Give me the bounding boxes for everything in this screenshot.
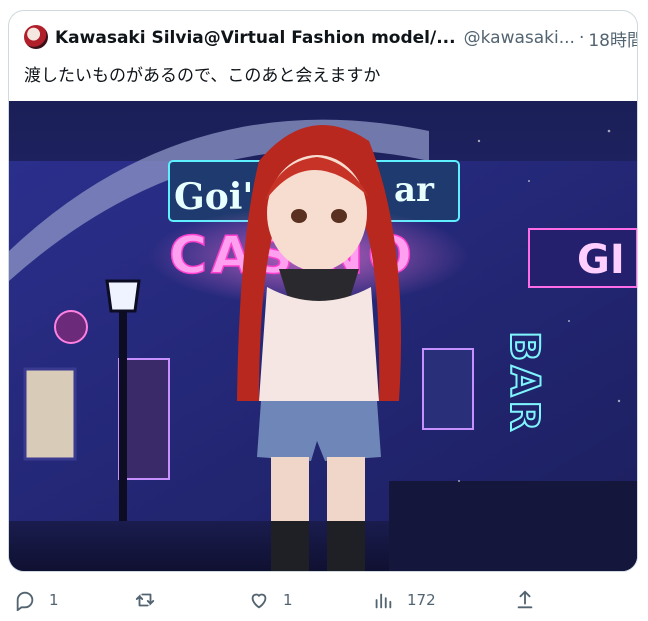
retweet-button[interactable] [134,582,156,618]
tweet-text: 渡したいものがあるので、このあと会えますか [24,66,381,86]
brick-wall [389,481,637,571]
tweet-header: Kawasaki Silvia@Virtual Fashion model/..… [9,11,637,103]
tweet-actions-bar: 1 1 172 [0,582,648,618]
like-count: 1 [283,591,293,609]
views-button[interactable]: 172 [372,582,436,618]
like-button[interactable]: 1 [248,582,293,618]
reply-count: 1 [49,591,59,609]
quoted-tweet-card[interactable]: Kawasaki Silvia@Virtual Fashion model/..… [8,10,638,572]
street-lamp-icon [105,279,141,313]
view-count: 172 [407,591,436,609]
author-line: Kawasaki Silvia@Virtual Fashion model/..… [55,25,637,51]
heart-icon [251,593,267,609]
display-name[interactable]: Kawasaki Silvia@Virtual Fashion model/..… [55,28,456,48]
round-sign [54,310,88,344]
reply-button[interactable]: 1 [14,582,59,618]
user-handle[interactable]: @kawasaki... [464,28,575,48]
separator-dot: · [578,28,585,48]
poster-right [422,348,474,430]
share-icon [517,590,533,609]
avatar[interactable] [24,25,48,49]
views-chart-icon [375,593,392,609]
poster-left [23,367,77,461]
neon-text-ar: ar [394,170,435,210]
reply-icon [16,591,34,611]
tweet-image[interactable]: Goi's ar CASINO GI BAR [9,101,637,571]
lamp-post [119,291,127,541]
timestamp[interactable]: 18時間 [588,26,637,51]
neon-text-bar: BAR [501,331,547,435]
neon-text-gi: GI [577,237,625,283]
retweet-icon [135,593,155,607]
anime-girl-neon-street-image: Goi's ar CASINO GI BAR [9,101,637,571]
share-button[interactable] [514,582,536,618]
